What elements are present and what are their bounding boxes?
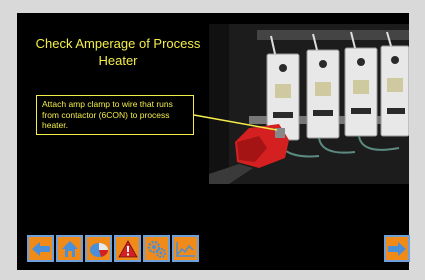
home-button[interactable]: [56, 235, 83, 262]
right-arrow-icon: [388, 241, 406, 256]
chart-button[interactable]: [85, 235, 112, 262]
next-button[interactable]: [384, 235, 410, 262]
trend-button[interactable]: [172, 235, 199, 262]
warning-icon: [117, 239, 138, 257]
pie-chart-icon: [89, 242, 108, 257]
home-icon: [61, 240, 78, 257]
page-title: Check Amperage of Process Heater: [35, 36, 201, 68]
instruction-callout: Attach amp clamp to wire that runs from …: [36, 95, 194, 135]
back-button[interactable]: [27, 235, 54, 262]
settings-button[interactable]: [143, 235, 170, 262]
warning-button[interactable]: [114, 235, 141, 262]
process-heater-photo: [209, 24, 409, 184]
line-graph-icon: [175, 241, 195, 257]
left-arrow-icon: [31, 241, 50, 256]
gears-icon: [147, 240, 166, 258]
